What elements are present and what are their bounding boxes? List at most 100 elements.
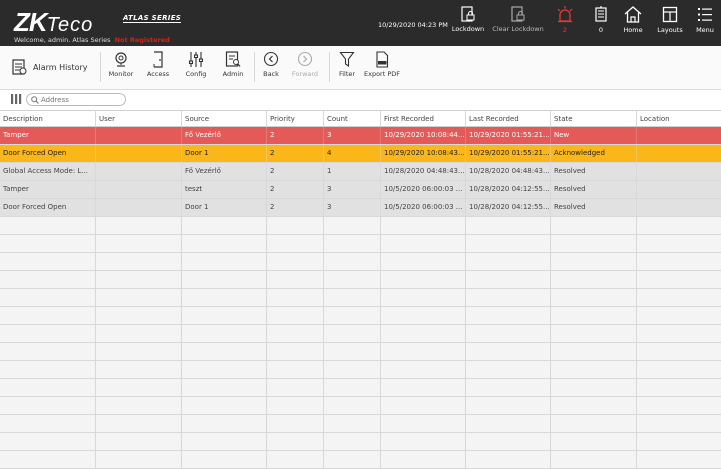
table-cell: teszt bbox=[182, 181, 267, 198]
empty-cell bbox=[267, 271, 324, 288]
empty-cell bbox=[324, 325, 381, 342]
empty-cell bbox=[466, 307, 551, 324]
empty-cell bbox=[267, 397, 324, 414]
empty-cell bbox=[381, 451, 466, 468]
empty-cell bbox=[0, 271, 96, 288]
column-header-location[interactable]: Location bbox=[637, 111, 721, 126]
active-alarms-count: 2 bbox=[562, 26, 568, 34]
empty-cell bbox=[551, 379, 637, 396]
filter-button[interactable]: Filter bbox=[335, 51, 359, 78]
table-header: Description User Source Priority Count F… bbox=[0, 110, 721, 127]
column-header-priority[interactable]: Priority bbox=[267, 111, 324, 126]
table-cell: 2 bbox=[267, 199, 324, 216]
monitor-button[interactable]: Monitor bbox=[106, 51, 136, 78]
empty-cell bbox=[324, 379, 381, 396]
empty-cell bbox=[551, 307, 637, 324]
address-search-input[interactable] bbox=[26, 93, 126, 106]
empty-cell bbox=[182, 433, 267, 450]
toolbar: Alarm History Monitor Access Config Admi… bbox=[0, 46, 721, 90]
column-header-source[interactable]: Source bbox=[182, 111, 267, 126]
empty-cell bbox=[324, 271, 381, 288]
column-header-first-recorded[interactable]: First Recorded bbox=[381, 111, 466, 126]
access-button[interactable]: Access bbox=[144, 51, 172, 78]
admin-button[interactable]: Admin bbox=[219, 51, 247, 78]
export-pdf-button[interactable]: Export PDF bbox=[364, 51, 400, 78]
empty-cell bbox=[637, 451, 721, 468]
table-row[interactable]: Tamper teszt 2 3 10/5/2020 06:00:03 ... 10/28… bbox=[0, 181, 721, 199]
current-datetime: 10/29/2020 04:23 PM bbox=[378, 21, 448, 29]
table-row[interactable]: Global Access Mode: L... Fő Vezérlő 2 1 10/2… bbox=[0, 163, 721, 181]
home-button[interactable]: Home bbox=[620, 6, 646, 44]
table-cell: 10/28/2020 04:48:43... bbox=[466, 163, 551, 180]
table-cell: Door Forced Open bbox=[0, 199, 96, 216]
back-button[interactable]: Back bbox=[259, 51, 283, 78]
empty-cell bbox=[381, 235, 466, 252]
empty-table-row bbox=[0, 397, 721, 415]
toolbar-separator bbox=[254, 52, 255, 82]
column-chooser-icon[interactable] bbox=[11, 94, 22, 104]
empty-cell bbox=[267, 217, 324, 234]
empty-cell bbox=[267, 361, 324, 378]
empty-table-row bbox=[0, 325, 721, 343]
lockdown-button[interactable]: Lockdown bbox=[450, 6, 486, 44]
table-row[interactable]: Door Forced Open Door 1 2 4 10/29/2020 10:08… bbox=[0, 145, 721, 163]
empty-cell bbox=[96, 433, 182, 450]
table-row[interactable]: Tamper Fő Vezérlő 2 3 10/29/2020 10:08:44...… bbox=[0, 127, 721, 145]
empty-table-row bbox=[0, 307, 721, 325]
event-notification-icon bbox=[595, 6, 607, 22]
empty-cell bbox=[324, 361, 381, 378]
empty-cell bbox=[324, 289, 381, 306]
empty-table-row bbox=[0, 343, 721, 361]
column-header-description[interactable]: Description bbox=[0, 111, 96, 126]
empty-cell bbox=[324, 253, 381, 270]
config-button[interactable]: Config bbox=[182, 51, 210, 78]
empty-cell bbox=[182, 235, 267, 252]
table-cell: 3 bbox=[324, 181, 381, 198]
empty-cell bbox=[267, 253, 324, 270]
table-cell bbox=[96, 145, 182, 162]
empty-cell bbox=[637, 271, 721, 288]
forward-button[interactable]: Forward bbox=[290, 51, 320, 78]
table-cell: Fő Vezérlő bbox=[182, 127, 267, 144]
empty-cell bbox=[96, 271, 182, 288]
column-header-user[interactable]: User bbox=[96, 111, 182, 126]
events-button[interactable]: 0 bbox=[588, 6, 614, 44]
empty-cell bbox=[637, 235, 721, 252]
empty-table-row bbox=[0, 217, 721, 235]
table-cell bbox=[637, 127, 721, 144]
empty-cell bbox=[324, 397, 381, 414]
empty-cell bbox=[96, 343, 182, 360]
empty-cell bbox=[551, 415, 637, 432]
registration-status: Not Registered bbox=[114, 36, 170, 44]
alarm-history-table: Description User Source Priority Count F… bbox=[0, 110, 721, 469]
pdf-file-icon bbox=[376, 51, 389, 68]
table-row[interactable]: Door Forced Open Door 1 2 3 10/5/2020 06:00:… bbox=[0, 199, 721, 217]
empty-cell bbox=[466, 217, 551, 234]
empty-cell bbox=[466, 397, 551, 414]
empty-cell bbox=[182, 325, 267, 342]
menu-button[interactable]: Menu bbox=[693, 6, 717, 44]
empty-cell bbox=[551, 451, 637, 468]
empty-cell bbox=[96, 397, 182, 414]
empty-table-row bbox=[0, 271, 721, 289]
empty-cell bbox=[267, 325, 324, 342]
empty-cell bbox=[267, 415, 324, 432]
table-cell: 10/5/2020 06:00:03 ... bbox=[381, 181, 466, 198]
empty-cell bbox=[0, 235, 96, 252]
layouts-button[interactable]: Layouts bbox=[655, 6, 685, 44]
empty-cell bbox=[551, 217, 637, 234]
column-header-count[interactable]: Count bbox=[324, 111, 381, 126]
empty-cell bbox=[96, 451, 182, 468]
empty-cell bbox=[381, 253, 466, 270]
empty-cell bbox=[324, 433, 381, 450]
column-header-last-recorded[interactable]: Last Recorded bbox=[466, 111, 551, 126]
empty-cell bbox=[381, 433, 466, 450]
active-alarms-button[interactable]: 2 bbox=[552, 6, 578, 44]
clear-lockdown-button[interactable]: Clear Lockdown bbox=[492, 6, 544, 44]
toolbar-separator bbox=[100, 52, 101, 82]
empty-cell bbox=[324, 415, 381, 432]
menu-icon bbox=[698, 8, 712, 21]
column-header-state[interactable]: State bbox=[551, 111, 637, 126]
empty-cell bbox=[551, 397, 637, 414]
empty-cell bbox=[551, 253, 637, 270]
